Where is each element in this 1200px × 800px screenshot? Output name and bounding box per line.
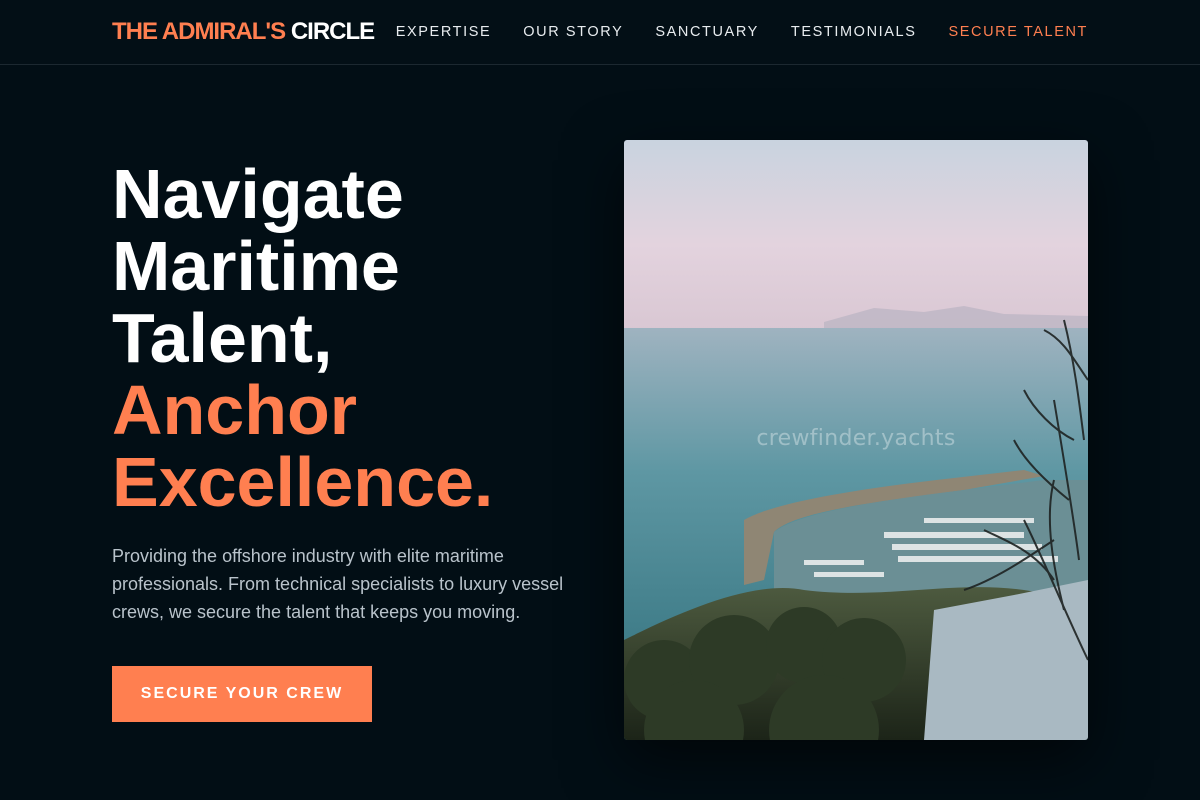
nav-link-secure-talent[interactable]: SECURE TALENT bbox=[948, 23, 1088, 41]
brand-name-secondary: CIRCLE bbox=[290, 18, 375, 45]
hero-title-accent-line: Excellence. bbox=[112, 443, 494, 521]
brand-logo[interactable]: THE ADMIRAL'S CIRCLE bbox=[112, 18, 375, 46]
nav-link-expertise[interactable]: EXPERTISE bbox=[396, 23, 492, 41]
hero-title-line: Navigate bbox=[112, 155, 404, 233]
hero-title-line: Talent, bbox=[112, 299, 333, 377]
nav-link-testimonials[interactable]: TESTIMONIALS bbox=[791, 23, 917, 41]
hero-title: Navigate Maritime Talent, Anchor Excelle… bbox=[112, 158, 592, 518]
top-navbar: THE ADMIRAL'S CIRCLE EXPERTISE OUR STORY… bbox=[0, 0, 1200, 65]
harbor-photo: crewfinder.yachts bbox=[624, 140, 1088, 740]
secure-crew-button[interactable]: SECURE YOUR CREW bbox=[112, 666, 372, 722]
nav-link-our-story[interactable]: OUR STORY bbox=[523, 23, 623, 41]
brand-name-primary: THE ADMIRAL'S bbox=[112, 18, 286, 45]
hero-title-line: Maritime bbox=[112, 227, 400, 305]
image-watermark: crewfinder.yachts bbox=[756, 426, 956, 451]
main-nav: EXPERTISE OUR STORY SANCTUARY TESTIMONIA… bbox=[396, 23, 1088, 41]
nav-link-sanctuary[interactable]: SANCTUARY bbox=[655, 23, 759, 41]
hero-title-accent-line: Anchor bbox=[112, 371, 357, 449]
hero-subtitle: Providing the offshore industry with eli… bbox=[112, 546, 564, 622]
